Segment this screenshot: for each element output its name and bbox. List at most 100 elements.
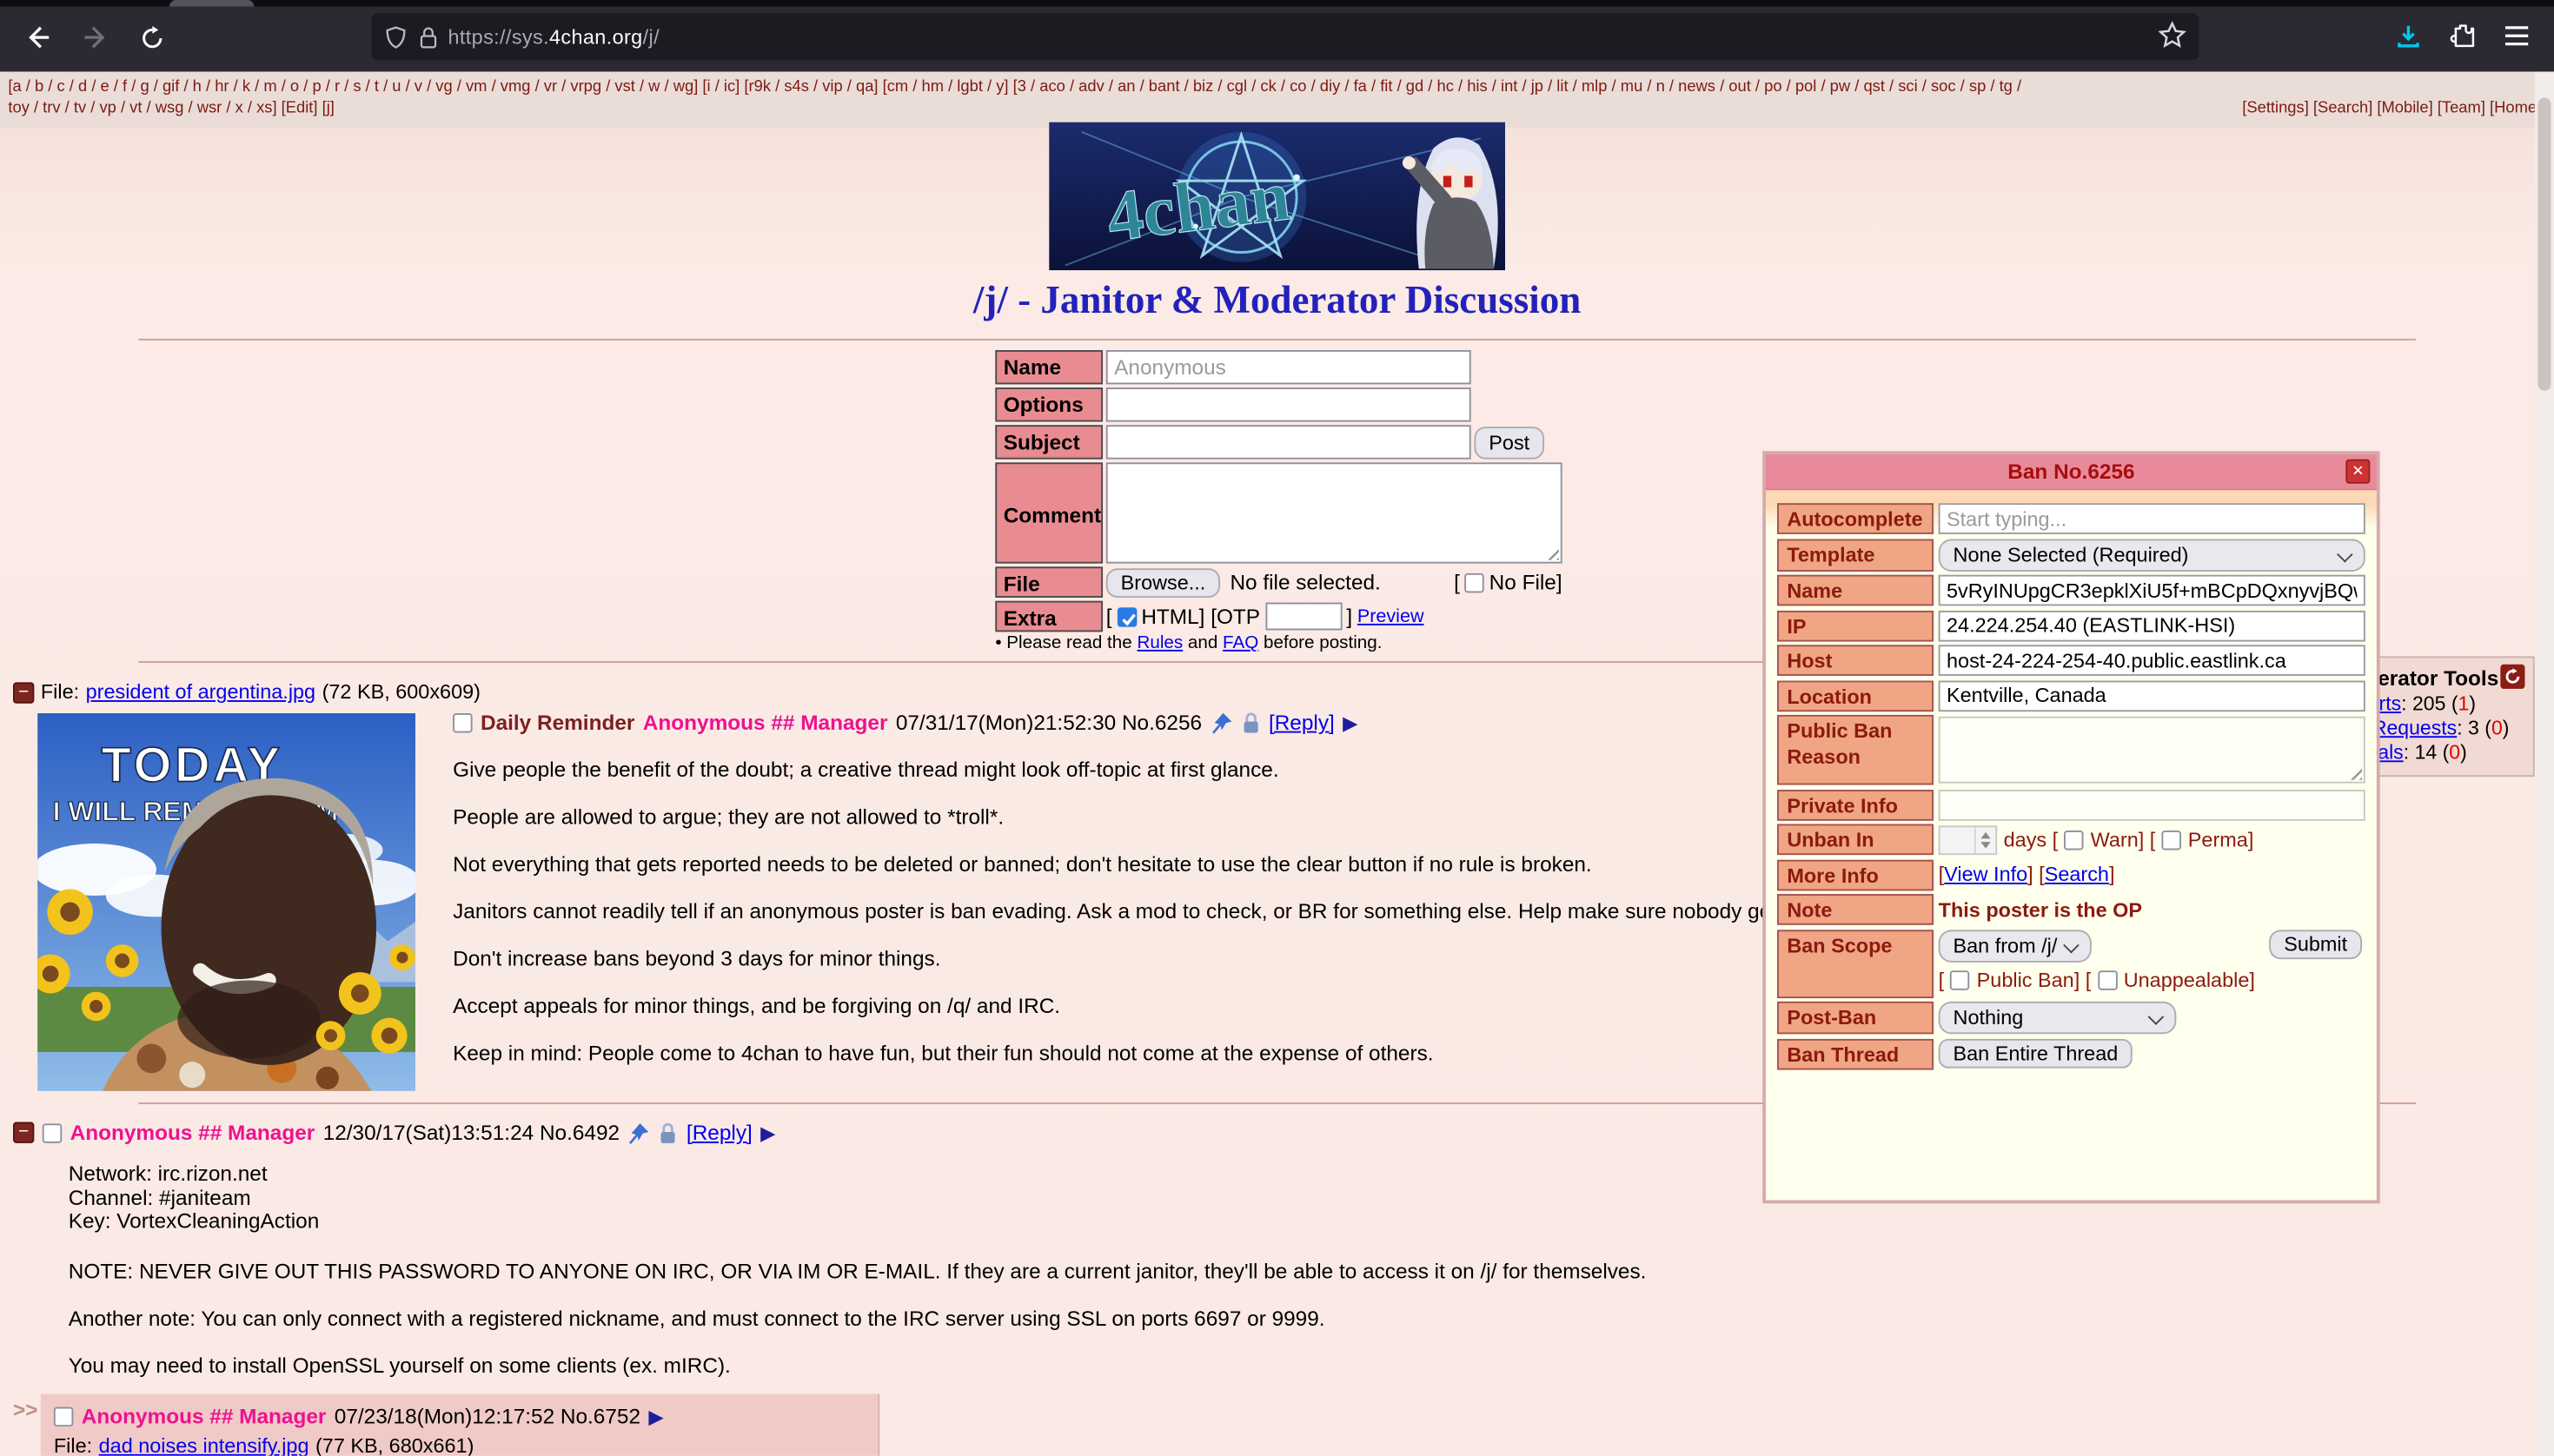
collapse-thread-button[interactable]: −: [13, 681, 34, 702]
extensions-button[interactable]: [2444, 17, 2483, 56]
ban-row-moreinfo: More Info [View Info] [Search]: [1777, 859, 2365, 890]
unappealable-checkbox[interactable]: [2098, 970, 2117, 989]
rules-link[interactable]: Rules: [1137, 633, 1183, 652]
reply-link[interactable]: [Reply]: [687, 1121, 753, 1145]
thumbnail-image[interactable]: TODAY I WILL REMIND THEM: [37, 713, 415, 1091]
url-bar[interactable]: https://sys.4chan.org/j/: [371, 13, 2199, 60]
bookmark-star-button[interactable]: [2159, 21, 2186, 53]
scrollbar-thumb[interactable]: [2537, 97, 2551, 390]
ban-row-postban: Post-Ban Nothing: [1777, 1002, 2365, 1034]
ban-entire-thread-button[interactable]: Ban Entire Thread: [1939, 1039, 2133, 1069]
subject-label: Subject: [995, 425, 1103, 459]
close-button[interactable]: ✕: [2345, 460, 2370, 484]
closed-lock-icon: [1241, 711, 1260, 733]
file-link[interactable]: president of argentina.jpg: [86, 681, 315, 704]
browse-button[interactable]: Browse...: [1106, 567, 1220, 597]
ban-scope-value: Ban from /j/: [1954, 935, 2058, 957]
refresh-icon: [2504, 668, 2522, 686]
faq-link[interactable]: FAQ: [1223, 633, 1258, 652]
subject-input[interactable]: [1106, 425, 1471, 459]
ban-scope-select[interactable]: Ban from /j/: [1939, 930, 2092, 962]
reply-link[interactable]: [Reply]: [1269, 710, 1335, 734]
reload-button[interactable]: [132, 18, 171, 57]
name-input[interactable]: [1106, 350, 1471, 384]
comment-textarea[interactable]: [1106, 462, 1562, 563]
post-checkbox[interactable]: [54, 1406, 73, 1426]
post-menu-arrow[interactable]: ▶: [1343, 711, 1357, 733]
number-spinner[interactable]: [1974, 826, 1995, 852]
post-checkbox[interactable]: [453, 712, 472, 731]
post-button[interactable]: Post: [1474, 426, 1544, 458]
warn-checkbox[interactable]: [2065, 830, 2084, 849]
refresh-button[interactable]: [2500, 665, 2524, 689]
post-paragraph: Janitors cannot readily tell if an anony…: [453, 899, 1817, 923]
post-menu-arrow[interactable]: ▶: [760, 1122, 775, 1144]
template-value: None Selected (Required): [1954, 543, 2189, 566]
poster-name: Anonymous ## Manager: [82, 1404, 327, 1428]
ban-row-scope: Ban Scope Ban from /j/ Submit [ Public B…: [1777, 929, 2365, 997]
unban-days-input[interactable]: [1939, 824, 1997, 854]
post-subject: Daily Reminder: [481, 710, 634, 734]
options-label: Options: [995, 387, 1103, 421]
nofile-checkbox[interactable]: [1465, 572, 1484, 592]
ban-panel-header[interactable]: Ban No.6256 ✕: [1766, 454, 2377, 490]
chevron-down-icon: [2148, 1009, 2165, 1025]
forward-icon: [83, 24, 109, 50]
ban-name-input[interactable]: [1939, 575, 2365, 606]
post-paragraph: Accept appeals for minor things, and be …: [453, 993, 1060, 1017]
search-link[interactable]: Search: [2045, 863, 2109, 885]
shield-icon[interactable]: [384, 25, 407, 48]
ban-row-location: Location: [1777, 680, 2365, 711]
otp-input[interactable]: [1265, 603, 1342, 631]
public-ban-reason-textarea[interactable]: [1939, 717, 2365, 784]
perma-checkbox[interactable]: [2162, 830, 2181, 849]
post-checkbox[interactable]: [43, 1122, 62, 1142]
post-menu-arrow[interactable]: ▶: [648, 1405, 663, 1427]
board-list-row1[interactable]: [a / b / c / d / e / f / g / gif / h / h…: [8, 78, 2545, 96]
scrollbar[interactable]: [2535, 71, 2554, 1455]
unban-in-label: Unban In: [1777, 824, 1934, 855]
private-info-input[interactable]: [1939, 789, 2365, 820]
forward-button[interactable]: [76, 18, 116, 57]
reply-fileinfo: File: dad noises intensify.jpg (77 KB, 6…: [54, 1434, 866, 1455]
poster-name: Anonymous ## Manager: [70, 1121, 315, 1145]
download-icon: [2394, 22, 2422, 50]
ip-input[interactable]: [1939, 610, 2365, 641]
location-label: Location: [1777, 680, 1934, 711]
html-checkbox[interactable]: [1117, 606, 1136, 625]
active-tab[interactable]: [169, 0, 254, 6]
url-text[interactable]: https://sys.4chan.org/j/: [448, 25, 659, 48]
view-info-link[interactable]: View Info: [1944, 863, 2027, 885]
options-input[interactable]: [1106, 387, 1471, 421]
post-ban-select[interactable]: Nothing: [1939, 1002, 2177, 1034]
lock-icon[interactable]: [419, 25, 438, 48]
board-list-row2[interactable]: toy / trv / tv / vp / vt / wsg / wsr / x…: [8, 99, 335, 117]
submit-button[interactable]: Submit: [2269, 929, 2362, 958]
collapse-thread-button[interactable]: −: [13, 1122, 34, 1143]
host-input[interactable]: [1939, 645, 2365, 676]
board-list-nav-links[interactable]: [Settings] [Search] [Mobile] [Team] [Hom…: [2242, 99, 2541, 117]
location-input[interactable]: [1939, 680, 2365, 711]
file-meta: (72 KB, 600x609): [322, 681, 481, 704]
resize-handle-icon[interactable]: [2345, 764, 2362, 780]
back-button[interactable]: [18, 18, 57, 57]
public-ban-checkbox[interactable]: [1951, 970, 1970, 989]
preview-link[interactable]: Preview: [1357, 606, 1424, 625]
host-label: Host: [1777, 645, 1934, 676]
note-label: Note: [1777, 894, 1934, 925]
file-meta: (77 KB, 680x661): [315, 1434, 474, 1455]
autocomplete-input[interactable]: [1939, 503, 2365, 534]
glue: (: [2437, 741, 2449, 764]
form-row-options: Options: [995, 387, 1562, 421]
check-icon: [1118, 608, 1138, 627]
resize-handle-icon[interactable]: [1542, 544, 1559, 560]
menu-button[interactable]: [2498, 17, 2537, 56]
sticky-pin-icon: [627, 1122, 650, 1144]
more-info-label: More Info: [1777, 859, 1934, 890]
post-meta: 07/31/17(Mon)21:52:30 No.6256: [896, 710, 1202, 734]
ban-requests-alert: 0: [2491, 717, 2503, 739]
downloads-button[interactable]: [2388, 17, 2427, 56]
extra-label: Extra: [995, 601, 1103, 632]
template-select[interactable]: None Selected (Required): [1939, 539, 2365, 571]
file-link[interactable]: dad noises intensify.jpg: [99, 1434, 309, 1455]
